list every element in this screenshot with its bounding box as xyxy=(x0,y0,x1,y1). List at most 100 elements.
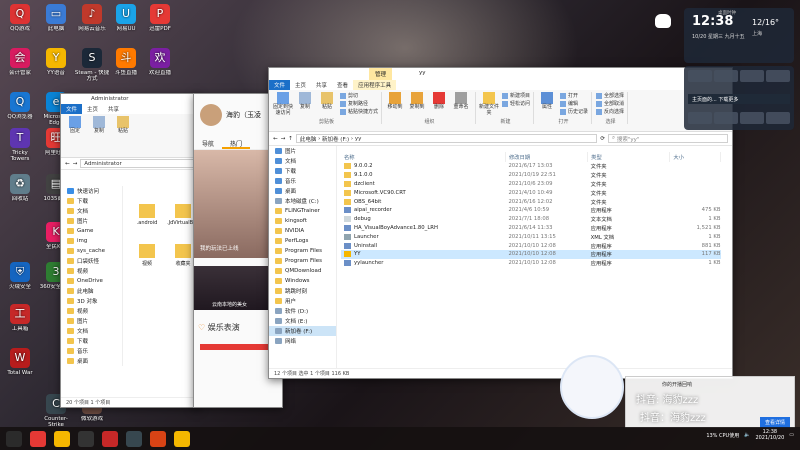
app-icon[interactable] xyxy=(150,430,166,447)
quick-tile[interactable] xyxy=(740,70,764,82)
tab-home[interactable]: 主页 xyxy=(82,104,103,114)
desktop-icon[interactable]: ⛨ 火绒安全 xyxy=(2,262,38,296)
ribbon-small-button[interactable]: 全部选择 xyxy=(596,92,624,100)
crumb-this-pc[interactable]: 此电脑 xyxy=(300,135,317,143)
ribbon-small-button[interactable]: 历史记录 xyxy=(560,108,588,116)
column-name[interactable]: 名称 xyxy=(341,152,506,162)
desktop-icon[interactable]: T Tricky Towers xyxy=(2,128,38,162)
nav-item[interactable]: 文档 (E:) xyxy=(269,316,336,326)
tab-view[interactable]: 查看 xyxy=(332,80,353,90)
crumb-folder[interactable]: yy xyxy=(355,136,362,142)
nav-item[interactable]: img xyxy=(61,236,122,246)
file-row[interactable]: HA_VisualBoyAdvance1.80_LRH 2021/6/14 11:… xyxy=(341,224,721,233)
file-row[interactable]: 9.1.0.0 2021/10/19 22:51 文件夹 xyxy=(341,171,721,180)
tab-app-tools[interactable]: 应用程序工具 xyxy=(353,80,397,90)
file-row[interactable]: yylauncher 2021/10/10 12:08 应用程序 1 KB xyxy=(341,259,721,268)
notification-icon[interactable]: ▭ xyxy=(789,432,794,438)
desktop-icon[interactable]: Q QQ浏览器 xyxy=(2,92,38,126)
file-row[interactable]: debug 2021/7/1 18:08 文本文档 1 KB xyxy=(341,215,721,224)
desktop-icon[interactable]: 斗斗鱼直播 xyxy=(108,48,144,82)
file-row[interactable]: dzclient 2021/10/6 23:09 文件夹 xyxy=(341,180,721,189)
file-tile[interactable]: .android xyxy=(131,204,163,226)
column-date[interactable]: 修改日期 xyxy=(505,152,589,162)
back-icon[interactable]: ← xyxy=(273,136,278,142)
column-size[interactable]: 大小 xyxy=(669,152,721,162)
paste-button[interactable]: 粘贴 xyxy=(112,116,134,135)
copy-button[interactable]: 复制 xyxy=(88,116,110,135)
desktop-icon[interactable]: W Total War xyxy=(2,348,38,382)
nav-item[interactable]: 本地磁盘 (C:) xyxy=(269,196,336,206)
ribbon-small-button[interactable]: 编辑 xyxy=(560,100,588,108)
avatar[interactable] xyxy=(200,104,222,126)
nav-item[interactable]: 图片 xyxy=(269,146,336,156)
tab-hot[interactable]: 热门 xyxy=(222,136,251,149)
breadcrumb[interactable]: 此电脑 › 新加卷 (F:) › yy xyxy=(295,134,598,143)
ribbon-small-button[interactable]: 剪切 xyxy=(340,92,378,100)
nav-item[interactable]: 音乐 xyxy=(269,176,336,186)
nav-item[interactable]: NVIDIA xyxy=(269,226,336,236)
search-input[interactable]: ⌕ 搜索"yy" xyxy=(608,134,728,143)
nav-item[interactable]: 桌面 xyxy=(269,186,336,196)
notification-toast[interactable]: 主页面的... 下载更多 xyxy=(688,94,790,104)
tab-home[interactable]: 主页 xyxy=(290,80,311,90)
nav-item[interactable]: 3D 对象 xyxy=(61,296,122,306)
address-bar[interactable]: ← → Administrator xyxy=(61,158,199,170)
nav-item[interactable]: QMDownload xyxy=(269,266,336,276)
file-row[interactable]: aipai_recorder 2021/4/6 10:59 应用程序 475 KB xyxy=(341,206,721,215)
desktop-icon[interactable]: 会会计管家 xyxy=(2,48,38,82)
quick-tile[interactable] xyxy=(766,112,790,124)
manage-tab[interactable]: 管理 xyxy=(369,68,393,80)
nav-item[interactable]: OneDrive xyxy=(61,276,122,286)
tab-file[interactable]: 文件 xyxy=(269,80,291,90)
admin-explorer-window[interactable]: Administrator 文件 主页 共享 固定 复制 粘贴 ← → Admin… xyxy=(60,93,200,408)
yy-icon[interactable] xyxy=(174,430,190,447)
desktop-icon[interactable]: Y YY语音 xyxy=(38,48,74,82)
nav-item[interactable]: PerfLogs xyxy=(269,236,336,246)
nav-item[interactable]: Windows xyxy=(269,276,336,286)
ribbon-small-button[interactable]: 打开 xyxy=(560,92,588,100)
quick-tile[interactable] xyxy=(740,112,764,124)
nav-item[interactable]: Program Files xyxy=(269,256,336,266)
nav-item[interactable]: 音乐 xyxy=(61,346,122,356)
nav-item[interactable]: 软件 (D:) xyxy=(269,306,336,316)
start-icon[interactable] xyxy=(6,430,22,447)
ribbon-small-button[interactable]: 反向选择 xyxy=(596,108,624,116)
quick-tile[interactable] xyxy=(688,112,712,124)
tray-clock[interactable]: 12:38 2021/10/20 xyxy=(755,429,784,441)
quick-tile[interactable] xyxy=(688,70,712,82)
tab-share[interactable]: 共享 xyxy=(103,104,124,114)
quick-tile[interactable] xyxy=(714,70,738,82)
up-icon[interactable]: ↑ xyxy=(288,136,293,142)
ribbon-small-button[interactable]: 新建项目 xyxy=(502,92,530,100)
ribbon-small-button[interactable]: 粘贴快捷方式 xyxy=(340,108,378,116)
desktop-icon[interactable]: U 网易UU xyxy=(108,4,144,38)
pin-button[interactable]: 固定 xyxy=(64,116,86,135)
nav-item[interactable]: kingsoft xyxy=(269,216,336,226)
music-icon[interactable] xyxy=(102,430,118,447)
nav-item[interactable]: 下载 xyxy=(269,166,336,176)
nav-item[interactable]: 图片 xyxy=(61,216,122,226)
file-row[interactable]: 9.0.0.2 2021/6/17 13:03 文件夹 xyxy=(341,162,721,171)
desktop-icon[interactable]: 工工具箱 xyxy=(2,304,38,338)
yy-icon[interactable] xyxy=(54,430,70,447)
volume-icon[interactable]: 🔈 xyxy=(744,432,750,438)
ribbon-small-button[interactable]: 复制路径 xyxy=(340,100,378,108)
nav-item[interactable]: 图片 xyxy=(61,316,122,326)
crumb-drive[interactable]: 新加卷 (F:) xyxy=(322,135,349,143)
desktop-icon[interactable]: Q QQ游戏 xyxy=(2,4,38,38)
nav-item[interactable]: FLINGTrainer xyxy=(269,206,336,216)
column-type[interactable]: 类型 xyxy=(587,152,671,162)
tab-navigation[interactable]: 导航 xyxy=(194,136,222,149)
nav-item[interactable]: Game xyxy=(61,226,122,236)
nav-item[interactable]: 跳跳时刻 xyxy=(269,286,336,296)
explorer-icon[interactable] xyxy=(78,430,94,447)
desktop-icon[interactable]: ▭ 此电脑 xyxy=(38,4,74,38)
file-row[interactable]: Launcher 2021/10/11 13:15 XML 文档 1 KB xyxy=(341,232,721,241)
nav-item[interactable]: 视频 xyxy=(61,306,122,316)
nav-item[interactable]: 网络 xyxy=(269,336,336,346)
nav-item[interactable]: 此电脑 xyxy=(61,286,122,296)
desktop-icon[interactable]: 欢欢迎直播 xyxy=(142,48,178,82)
desktop-icon[interactable]: P 迅雷PDF xyxy=(142,4,178,38)
nav-item[interactable]: 文档 xyxy=(61,326,122,336)
tab-file[interactable]: 文件 xyxy=(61,104,83,114)
